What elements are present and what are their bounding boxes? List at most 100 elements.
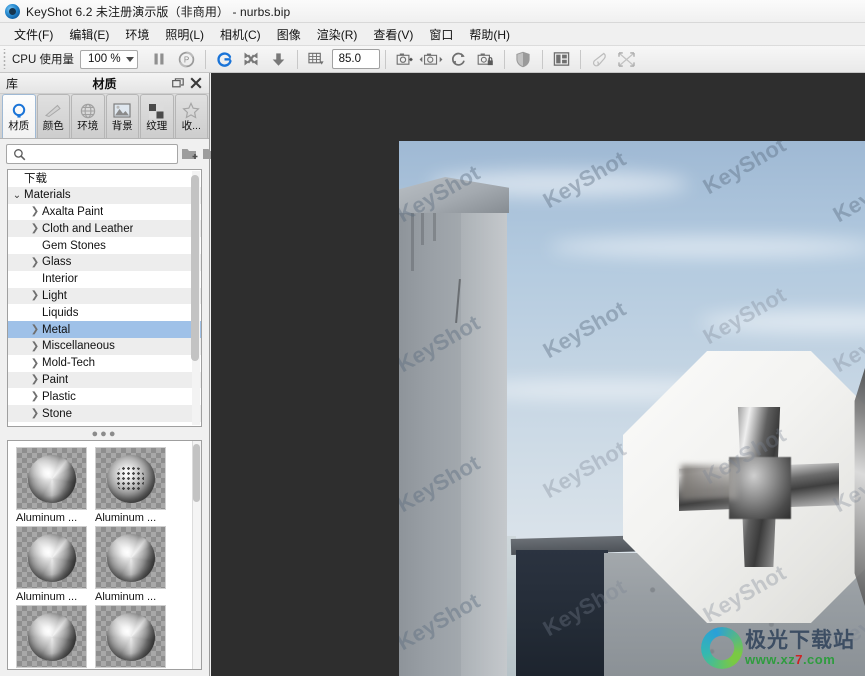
tree-row[interactable]: ❯ Paint <box>8 371 201 389</box>
menu-item-view[interactable]: 查看(V) <box>365 24 421 45</box>
tree-row-selected[interactable]: ❯ Metal <box>8 321 201 338</box>
tree-row[interactable]: ❯ Light <box>8 287 201 305</box>
tree-row[interactable]: Gem Stones <box>8 237 201 254</box>
tree-row[interactable]: ⌄ Materials <box>8 186 201 204</box>
menu-item-lighting[interactable]: 照明(L) <box>157 24 212 45</box>
color-swatch-icon <box>44 101 62 120</box>
search-input[interactable] <box>27 148 177 160</box>
menu-item-window[interactable]: 窗口 <box>421 24 461 45</box>
render-image[interactable]: KeyShot KeyShot KeyShot KeyShot KeyShot … <box>399 141 865 676</box>
panel-splitter-handle[interactable]: ●●● <box>0 427 209 440</box>
fit-view-button[interactable] <box>239 48 264 70</box>
menu-item-edit[interactable]: 编辑(E) <box>61 24 117 45</box>
lock-camera-button[interactable] <box>473 48 498 70</box>
refresh-render-button[interactable] <box>212 48 237 70</box>
tree-row[interactable]: Liquids <box>8 304 201 321</box>
material-thumbnail[interactable] <box>95 447 166 510</box>
chevron-right-icon[interactable]: ❯ <box>28 341 42 352</box>
toolbar-separator-5 <box>541 49 543 69</box>
material-thumbnail[interactable] <box>95 526 166 589</box>
update-camera-button[interactable] <box>446 48 471 70</box>
material-thumbnail-grid[interactable]: Aluminum ... Aluminum ... Aluminum ... A… <box>7 440 202 670</box>
chevron-right-icon[interactable]: ❯ <box>28 223 42 234</box>
material-item-label: Aluminum ... <box>16 591 78 603</box>
search-input-wrapper[interactable] <box>6 144 178 164</box>
grid-scrollbar[interactable] <box>192 441 201 669</box>
tree-row[interactable]: ❯ Axalta Paint <box>8 204 201 221</box>
chevron-right-icon[interactable]: ❯ <box>28 257 42 268</box>
library-search-bar <box>0 139 238 169</box>
window-title: KeyShot 6.2 未注册演示版（非商用） - nurbs.bip <box>26 4 291 19</box>
tree-item-label: Materials <box>24 189 71 202</box>
library-tab-colors-label: 颜色 <box>42 120 64 132</box>
measure-tool-button[interactable] <box>614 48 639 70</box>
move-down-button[interactable] <box>266 48 291 70</box>
undock-icon[interactable] <box>171 76 185 90</box>
tree-row[interactable]: ❯ Stone <box>8 405 201 422</box>
material-item[interactable]: Aluminum ... <box>16 526 87 603</box>
chevron-right-icon[interactable]: ❯ <box>28 358 42 369</box>
material-item[interactable]: Aluminum ... <box>95 526 166 603</box>
library-tab-materials[interactable]: 材质 <box>2 94 36 138</box>
chevron-right-icon[interactable]: ❯ <box>28 324 42 335</box>
material-thumbnail[interactable] <box>16 605 87 668</box>
material-item[interactable] <box>95 605 166 669</box>
tree-row[interactable]: ❯ Glass <box>8 253 201 271</box>
library-tab-favorites-label: 收... <box>181 120 201 132</box>
menu-item-render[interactable]: 渲染(R) <box>309 24 366 45</box>
chevron-right-icon[interactable]: ❯ <box>28 374 42 385</box>
material-thumbnail[interactable] <box>16 447 87 510</box>
chevron-right-icon[interactable]: ❯ <box>28 290 42 301</box>
tree-row[interactable]: ❯ Mold-Tech <box>8 355 201 372</box>
tree-scrollbar-thumb[interactable] <box>191 175 199 361</box>
pause-render-button[interactable] <box>147 48 172 70</box>
chevron-right-icon[interactable]: ❯ <box>28 391 42 402</box>
grid-snap-button[interactable] <box>304 48 329 70</box>
cpu-usage-dropdown[interactable]: 100 % <box>79 49 138 69</box>
add-camera-button[interactable] <box>392 48 417 70</box>
previous-camera-button[interactable] <box>419 48 444 70</box>
material-item[interactable]: Aluminum ... <box>16 447 87 524</box>
tree-row[interactable]: ❯ Miscellaneous <box>8 337 201 355</box>
material-item[interactable]: Aluminum ... <box>95 447 166 524</box>
tree-item-label: Cloth and Leather <box>42 222 134 235</box>
library-tab-textures[interactable]: 纹理 <box>140 94 174 138</box>
chevron-right-icon[interactable]: ❯ <box>28 408 42 419</box>
performance-mode-button[interactable]: P <box>174 48 199 70</box>
paint-tool-button[interactable] <box>587 48 612 70</box>
menu-item-environment[interactable]: 环境 <box>117 24 157 45</box>
import-folder-button[interactable] <box>181 143 199 165</box>
menu-item-image[interactable]: 图像 <box>269 24 309 45</box>
library-tab-environments[interactable]: 环境 <box>71 94 105 138</box>
tree-row[interactable]: 下载 <box>8 170 201 187</box>
material-thumbnail[interactable] <box>16 526 87 589</box>
toolbar-separator-3 <box>384 49 386 69</box>
screw-head-model[interactable] <box>623 351 865 623</box>
tree-row[interactable]: ❯ Plastic <box>8 388 201 405</box>
material-thumbnail[interactable] <box>95 605 166 668</box>
menu-bar: 文件(F) 编辑(E) 环境 照明(L) 相机(C) 图像 渲染(R) 查看(V… <box>0 23 865 46</box>
library-tab-colors[interactable]: 颜色 <box>36 94 70 138</box>
grid-scrollbar-thumb[interactable] <box>193 444 200 502</box>
library-tab-favorites[interactable]: 收... <box>174 94 208 138</box>
keyshot-window: KeyShot 6.2 未注册演示版（非商用） - nurbs.bip 文件(F… <box>0 0 865 676</box>
material-category-tree[interactable]: 下载 ⌄ Materials ❯ Axalta Paint ❯ Cloth an… <box>7 169 202 427</box>
chevron-right-icon[interactable]: ❯ <box>28 206 42 217</box>
material-item[interactable] <box>16 605 87 669</box>
tree-scrollbar[interactable] <box>191 171 200 425</box>
resolution-input[interactable]: 85.0 <box>331 49 380 69</box>
render-viewport[interactable]: KeyShot KeyShot KeyShot KeyShot KeyShot … <box>211 73 865 676</box>
library-tab-backgrounds[interactable]: 背景 <box>105 94 139 138</box>
menu-item-file[interactable]: 文件(F) <box>6 24 61 45</box>
toolbar-separator-1 <box>204 49 206 69</box>
toolbar-grip[interactable] <box>2 49 9 69</box>
chevron-down-icon[interactable]: ⌄ <box>10 190 24 201</box>
tree-row[interactable]: ❯ Cloth and Leather <box>8 220 201 238</box>
menu-item-camera[interactable]: 相机(C) <box>212 24 269 45</box>
image-icon <box>113 101 131 120</box>
material-shield-button[interactable] <box>511 48 536 70</box>
tree-row[interactable]: Interior <box>8 271 201 288</box>
menu-item-help[interactable]: 帮助(H) <box>461 24 518 45</box>
project-panel-button[interactable] <box>549 48 574 70</box>
close-icon[interactable] <box>189 76 203 90</box>
